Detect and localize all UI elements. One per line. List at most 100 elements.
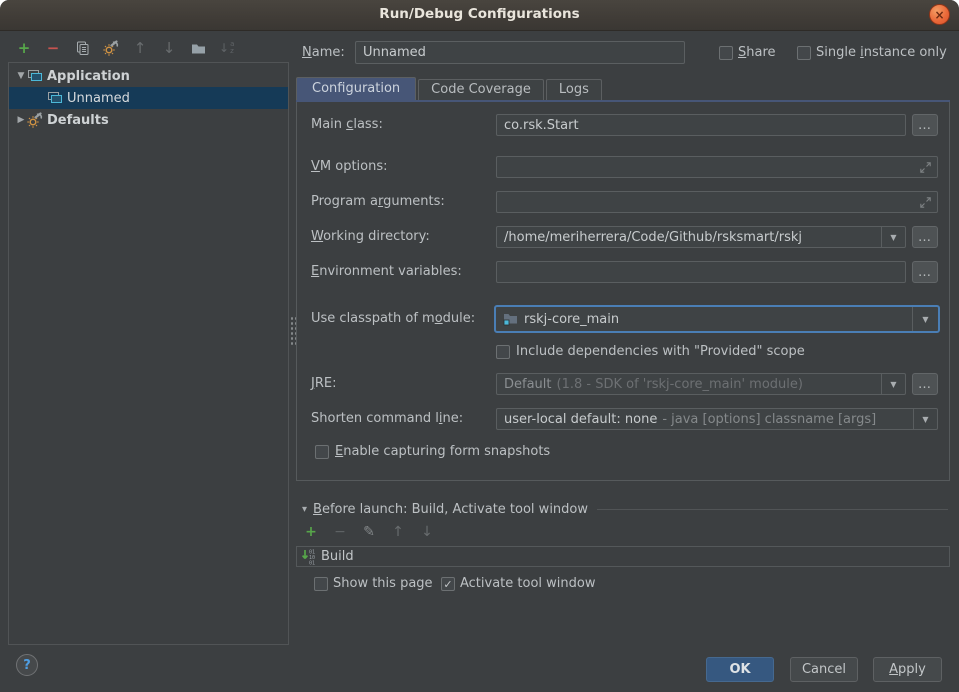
section-rule [597, 509, 948, 510]
help-button[interactable]: ? [16, 654, 38, 676]
task-move-down-button[interactable]: ↓ [419, 524, 435, 540]
jre-browse-button[interactable]: … [912, 373, 938, 395]
classpath-module-dropdown[interactable]: ▼ [912, 307, 938, 331]
capture-snapshots-label: Enable capturing form snapshots [335, 441, 550, 463]
single-instance-checkbox[interactable] [797, 46, 811, 60]
edit-task-button[interactable]: ✎ [361, 524, 377, 540]
working-directory-label: Working directory: [311, 226, 430, 248]
remove-task-button[interactable]: − [332, 524, 348, 540]
task-label: Build [321, 549, 354, 564]
move-down-button[interactable]: ↓ [161, 40, 177, 56]
move-up-button[interactable]: ↑ [132, 40, 148, 56]
cancel-button[interactable]: Cancel [790, 657, 858, 682]
task-move-up-button[interactable]: ↑ [390, 524, 406, 540]
single-instance-label: Single instance only [816, 42, 947, 64]
wrench-gear-icon [103, 40, 119, 56]
application-icon [27, 69, 43, 83]
shorten-command-line-combo[interactable]: user-local default: none - java [options… [496, 408, 938, 430]
program-arguments-field[interactable] [496, 191, 938, 213]
wrench-gear-icon [27, 112, 43, 128]
shorten-command-line-label: Shorten command line: [311, 408, 463, 430]
name-input[interactable] [355, 41, 685, 64]
plus-icon: + [18, 40, 31, 56]
apply-button[interactable]: Apply [873, 657, 942, 682]
edit-defaults-button[interactable] [103, 40, 119, 56]
folder-icon [191, 42, 206, 55]
working-directory-combo[interactable]: /home/meriherrera/Code/Github/rsksmart/r… [496, 226, 906, 248]
share-label: Share [738, 42, 776, 64]
environment-variables-label: Environment variables: [311, 261, 462, 283]
tree-expanded-icon[interactable]: ▼ [15, 71, 27, 81]
chevron-down-icon: ▼ [922, 415, 928, 424]
jre-dropdown[interactable]: ▼ [881, 374, 905, 394]
tree-item-application[interactable]: ▼ Application [9, 65, 288, 87]
classpath-module-combo[interactable]: rskj-core_main ▼ [494, 305, 940, 333]
working-directory-dropdown[interactable]: ▼ [881, 227, 905, 247]
build-icon: 01 10 01 [301, 548, 317, 565]
sort-az-icon: a z [230, 41, 234, 55]
add-task-button[interactable]: + [303, 524, 319, 540]
tab-configuration[interactable]: Configuration [296, 77, 416, 100]
titlebar: Run/Debug Configurations × [0, 0, 959, 31]
shorten-command-line-dropdown[interactable]: ▼ [913, 409, 937, 429]
module-icon [503, 312, 518, 326]
svg-text:01: 01 [309, 560, 315, 565]
configurations-tree: ▼ Application Unnamed ▶ Defaults [8, 62, 289, 645]
include-provided-label: Include dependencies with "Provided" sco… [516, 341, 805, 363]
ellipsis-icon: … [918, 118, 932, 133]
jre-combo[interactable]: Default (1.8 - SDK of 'rskj-core_main' m… [496, 373, 906, 395]
arrow-up-icon: ↑ [134, 40, 147, 56]
main-class-browse-button[interactable]: … [912, 114, 938, 136]
activate-tool-window-label: Activate tool window [460, 573, 595, 595]
chevron-down-icon: ▼ [890, 380, 896, 389]
tab-logs[interactable]: Logs [546, 79, 602, 100]
activate-tool-window-checkbox[interactable]: ✓ [441, 577, 455, 591]
remove-configuration-button[interactable]: − [45, 40, 61, 56]
environment-variables-field[interactable] [496, 261, 906, 283]
expand-field-icon[interactable] [919, 161, 932, 174]
close-button[interactable]: × [929, 4, 950, 25]
before-launch-header: ▾ Before launch: Build, Activate tool wi… [302, 500, 948, 518]
minus-icon: − [47, 40, 60, 56]
environment-variables-browse-button[interactable]: … [912, 261, 938, 283]
add-configuration-button[interactable]: + [16, 40, 32, 56]
check-icon: ✓ [443, 579, 452, 590]
show-this-page-checkbox[interactable] [314, 577, 328, 591]
chevron-down-icon: ▼ [922, 315, 928, 324]
chevron-down-icon: ▼ [890, 233, 896, 242]
application-icon [47, 91, 63, 105]
section-collapse-icon[interactable]: ▾ [302, 504, 307, 515]
classpath-module-label: Use classpath of module: [311, 308, 475, 330]
share-checkbox[interactable] [719, 46, 733, 60]
create-folder-button[interactable] [190, 40, 206, 56]
tree-item-defaults[interactable]: ▶ Defaults [9, 109, 288, 131]
minus-icon: − [334, 524, 346, 540]
ok-button[interactable]: OK [706, 657, 774, 682]
tree-item-unnamed[interactable]: Unnamed [9, 87, 288, 109]
arrow-down-icon: ↓ [163, 40, 176, 56]
program-arguments-label: Program arguments: [311, 191, 445, 213]
tab-bar: Configuration Code Coverage Logs [296, 77, 950, 102]
working-directory-browse-button[interactable]: … [912, 226, 938, 248]
run-debug-configurations-dialog: Run/Debug Configurations × + − ↑ ↓ [0, 0, 959, 692]
configuration-panel: Main class: co.rsk.Start … VM options: P… [296, 102, 950, 481]
plus-icon: + [305, 524, 317, 540]
vm-options-field[interactable] [496, 156, 938, 178]
ellipsis-icon: … [918, 377, 932, 392]
include-provided-checkbox[interactable] [496, 345, 510, 359]
before-launch-task-build[interactable]: 01 10 01 Build [296, 546, 950, 567]
tree-item-label: Defaults [47, 113, 109, 128]
tab-code-coverage[interactable]: Code Coverage [418, 79, 544, 100]
sort-configurations-button[interactable]: ↓ a z [219, 41, 234, 55]
before-launch-title: Before launch: Build, Activate tool wind… [313, 502, 588, 517]
arrow-down-icon: ↓ [421, 524, 433, 540]
name-label: Name: [302, 42, 345, 64]
copy-configuration-button[interactable] [74, 40, 90, 56]
tree-collapsed-icon[interactable]: ▶ [15, 115, 27, 125]
vm-options-label: VM options: [311, 156, 388, 178]
show-this-page-label: Show this page [333, 573, 433, 595]
tree-item-label: Application [47, 69, 130, 84]
main-class-field[interactable]: co.rsk.Start [496, 114, 906, 136]
expand-field-icon[interactable] [919, 196, 932, 209]
capture-snapshots-checkbox[interactable] [315, 445, 329, 459]
